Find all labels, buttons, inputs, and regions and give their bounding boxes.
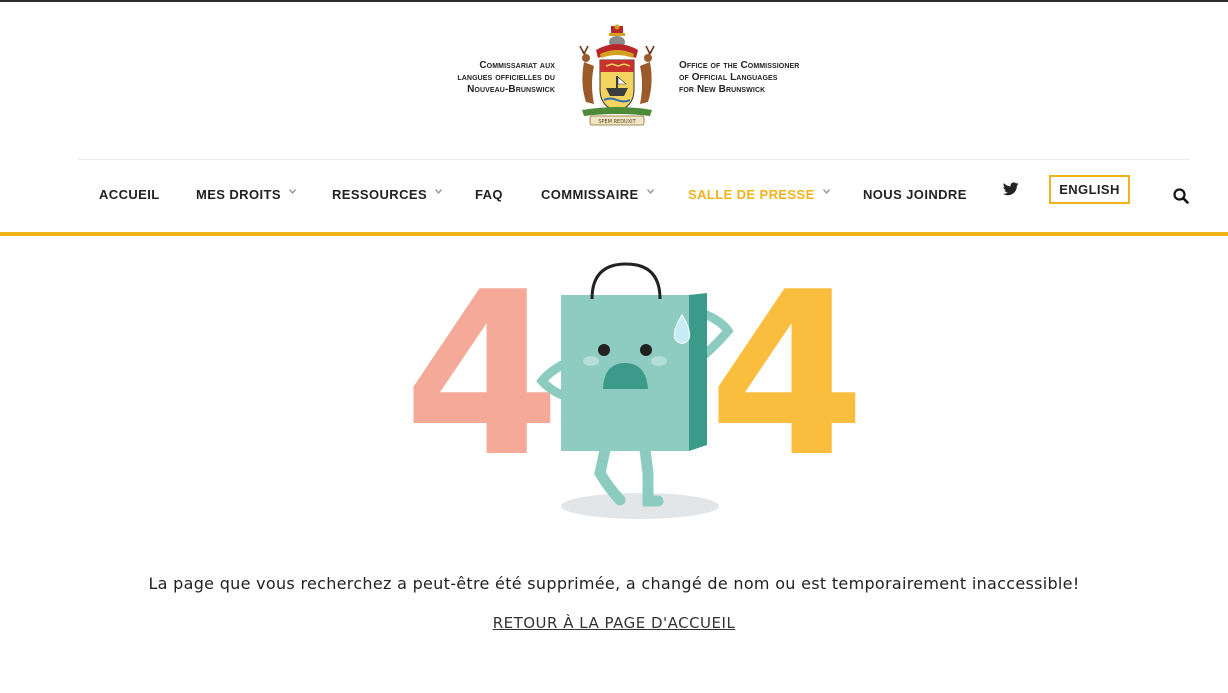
return-home-link[interactable]: RETOUR À LA PAGE D'ACCUEIL <box>493 614 736 632</box>
nav-item-nous-joindre[interactable]: NOUS JOINDRE <box>863 184 967 204</box>
shadow-shape <box>561 493 719 519</box>
bag-side <box>689 293 707 451</box>
brand-fr-line: Nouveau-Brunswick <box>467 84 555 95</box>
bag-eye-left <box>598 344 610 356</box>
nav-item-faq[interactable]: FAQ <box>475 184 503 204</box>
error-digit-right: 4 <box>708 255 860 507</box>
nav-item-label: COMMISSAIRE <box>541 186 639 202</box>
nav-item-commissaire[interactable]: COMMISSAIRE <box>541 184 654 204</box>
brand-name-english: Office of the Commissioner of Official L… <box>679 60 799 96</box>
nav-item-ressources[interactable]: RESSOURCES <box>332 184 443 204</box>
brand-en-line: of Official Languages <box>679 72 778 83</box>
nav-item-accueil[interactable]: ACCUEIL <box>99 184 160 204</box>
nav-item-label: MES DROITS <box>196 186 281 202</box>
twitter-icon[interactable] <box>1003 182 1019 196</box>
language-toggle-button[interactable]: ENGLISH <box>1049 175 1130 204</box>
brand-fr-line: Commissariat aux <box>479 60 555 71</box>
bag-cheek-right <box>651 356 667 366</box>
nav-item-label: ACCUEIL <box>99 186 160 202</box>
bag-leg-left <box>594 444 626 506</box>
crest-motto: SPEM REDUXIT <box>598 119 636 125</box>
nav-item-label: FAQ <box>475 186 503 202</box>
error-message: La page que vous recherchez a peut-être … <box>148 574 1080 593</box>
error-404-illustration: 4 4 <box>410 255 860 519</box>
site-brand[interactable]: Commissariat aux langues officielles du … <box>0 24 1228 128</box>
chevron-down-icon <box>288 189 296 195</box>
chevron-down-icon <box>822 189 830 195</box>
top-rule <box>0 0 1228 2</box>
nav-item-mes-droits[interactable]: MES DROITS <box>196 184 296 204</box>
bag-cheek-left <box>583 356 599 366</box>
nav-accent-bar <box>0 232 1228 236</box>
search-icon[interactable] <box>1173 188 1189 204</box>
nav-item-salle-de-presse[interactable]: SALLE DE PRESSE <box>688 184 830 204</box>
brand-name-french: Commissariat aux langues officielles du … <box>457 60 555 96</box>
bag-eye-right <box>640 344 652 356</box>
brand-en-line: for New Brunswick <box>679 84 766 95</box>
home-link-container: RETOUR À LA PAGE D'ACCUEIL <box>0 614 1228 632</box>
brand-fr-line: langues officielles du <box>457 72 555 83</box>
coat-of-arms-icon: SPEM REDUXIT <box>579 24 655 126</box>
bag-handle <box>590 262 662 300</box>
chevron-down-icon <box>646 189 654 195</box>
brand-en-line: Office of the Commissioner <box>679 60 800 71</box>
nav-item-label: NOUS JOINDRE <box>863 186 967 202</box>
nav-item-label: SALLE DE PRESSE <box>688 186 815 202</box>
main-navigation: ACCUEIL MES DROITS RESSOURCES FAQ COMMIS… <box>0 160 1228 232</box>
chevron-down-icon <box>435 189 443 195</box>
nav-item-label: RESSOURCES <box>332 186 428 202</box>
